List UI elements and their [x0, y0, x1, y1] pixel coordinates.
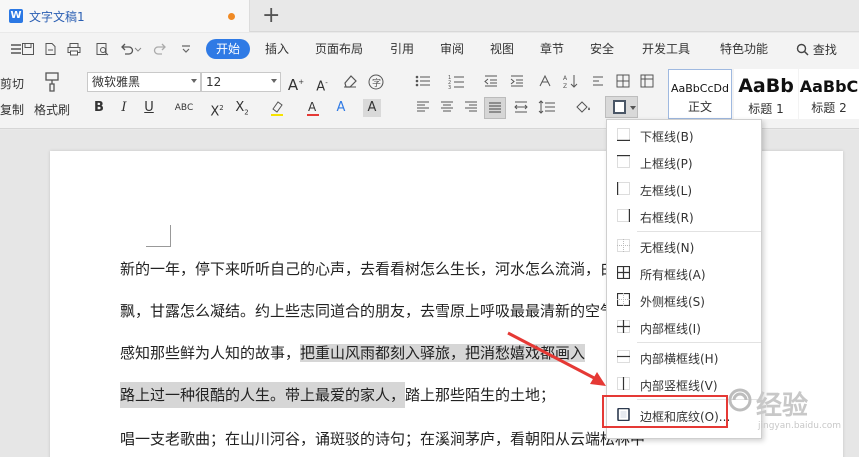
jingyan-watermark-logo: 经验 jingyan.baidu.com: [728, 388, 841, 430]
annotation-highlight-box: [602, 395, 728, 428]
svg-text:经验: 经验: [756, 390, 808, 421]
svg-text:jingyan.baidu.com: jingyan.baidu.com: [757, 421, 841, 430]
